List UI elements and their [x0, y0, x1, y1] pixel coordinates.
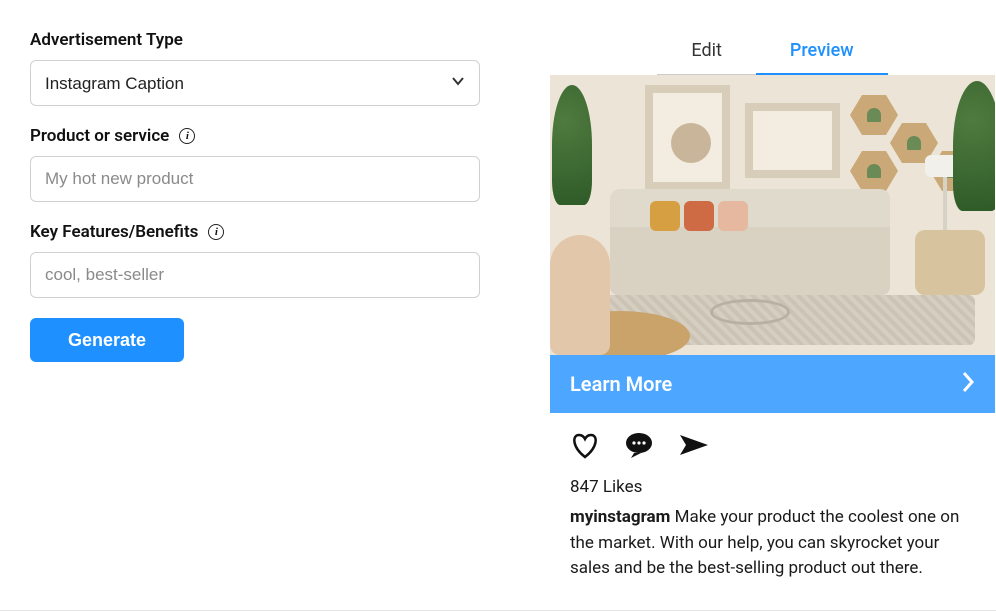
- comment-icon[interactable]: [624, 431, 654, 463]
- info-icon[interactable]: i: [208, 224, 224, 240]
- cta-label: Learn More: [570, 372, 672, 396]
- features-label-row: Key Features/Benefits i: [30, 222, 480, 242]
- caption-username: myinstagram: [570, 507, 670, 527]
- action-row: [550, 413, 995, 473]
- ad-type-group: Advertisement Type Instagram Caption: [30, 30, 480, 106]
- ad-type-select-wrap: Instagram Caption: [30, 60, 480, 106]
- product-group: Product or service i: [30, 126, 480, 202]
- product-input[interactable]: [30, 156, 480, 202]
- heart-icon[interactable]: [570, 431, 600, 463]
- features-group: Key Features/Benefits i: [30, 222, 480, 298]
- form-column: Advertisement Type Instagram Caption Pro…: [30, 30, 480, 610]
- tab-edit[interactable]: Edit: [657, 30, 755, 75]
- caption: myinstagram Make your product the cooles…: [550, 503, 995, 602]
- generate-button[interactable]: Generate: [30, 318, 184, 362]
- share-icon[interactable]: [678, 432, 710, 462]
- tabs: Edit Preview: [550, 30, 995, 75]
- preview-image: [550, 75, 995, 355]
- features-label: Key Features/Benefits: [30, 222, 198, 242]
- ad-type-select[interactable]: Instagram Caption: [30, 60, 480, 106]
- cta-bar[interactable]: Learn More: [550, 355, 995, 413]
- product-label-row: Product or service i: [30, 126, 480, 146]
- tab-preview[interactable]: Preview: [756, 30, 888, 75]
- product-label: Product or service: [30, 126, 169, 146]
- likes-count: 847 Likes: [550, 473, 995, 503]
- chevron-right-icon: [961, 371, 975, 398]
- info-icon[interactable]: i: [179, 128, 195, 144]
- preview-column: Edit Preview: [550, 30, 995, 610]
- ad-type-label: Advertisement Type: [30, 30, 480, 50]
- preview-card: Learn More 847 Likes myinstagram: [550, 75, 995, 602]
- features-input[interactable]: [30, 252, 480, 298]
